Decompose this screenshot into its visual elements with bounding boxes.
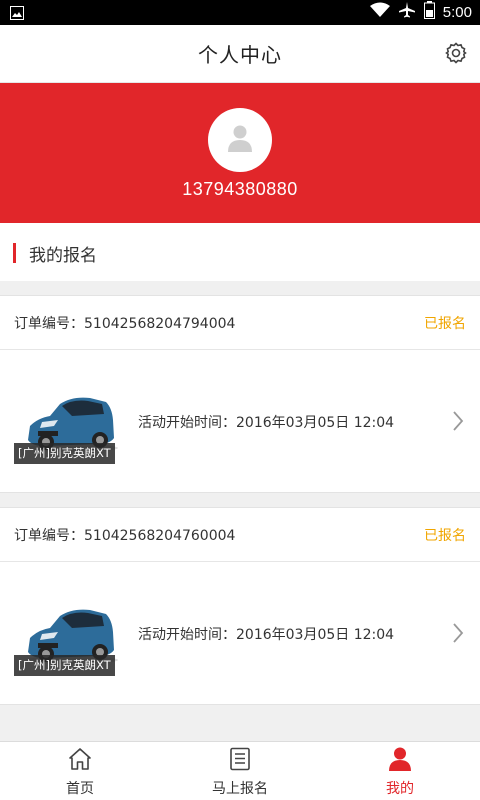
- home-icon: [67, 746, 93, 772]
- airplane-icon: [398, 1, 416, 23]
- battery-icon: [423, 1, 435, 23]
- order-number: 订单编号：51042568204760004: [14, 528, 236, 544]
- order-card[interactable]: 订单编号：51042568204760004 已报名 [广州]别克英朗XT 活动…: [0, 507, 480, 705]
- section-header: 我的报名: [0, 223, 480, 281]
- car-model-tag: [广州]别克英朗XT: [14, 443, 115, 464]
- order-header: 订单编号：51042568204794004 已报名: [0, 296, 480, 350]
- avatar[interactable]: [208, 108, 272, 172]
- chevron-right-icon[interactable]: [452, 622, 464, 644]
- order-status: 已报名: [424, 316, 466, 332]
- tab-home[interactable]: 首页: [0, 742, 160, 800]
- order-body[interactable]: [广州]别克英朗XT 活动开始时间：2016年03月05日 12:04: [0, 350, 480, 493]
- settings-button[interactable]: [444, 41, 468, 65]
- user-icon: [225, 123, 255, 157]
- chevron-right-icon[interactable]: [452, 410, 464, 432]
- status-bar: 5:00: [0, 0, 480, 25]
- profile-banner: 13794380880: [0, 83, 480, 223]
- tab-signup[interactable]: 马上报名: [160, 742, 320, 800]
- section-accent-bar: [13, 243, 16, 263]
- tab-label: 首页: [66, 781, 94, 797]
- activity-time: 活动开始时间：2016年03月05日 12:04: [138, 415, 395, 431]
- user-phone: 13794380880: [182, 179, 298, 199]
- list-icon: [227, 746, 253, 772]
- order-header: 订单编号：51042568204760004 已报名: [0, 508, 480, 562]
- tab-mine[interactable]: 我的: [320, 742, 480, 800]
- wifi-icon: [369, 2, 390, 22]
- bottom-tab-bar: 首页 马上报名 我的: [0, 741, 480, 800]
- order-status: 已报名: [424, 528, 466, 544]
- image-icon: [10, 5, 24, 20]
- order-number: 订单编号：51042568204794004: [14, 316, 236, 332]
- order-card[interactable]: 订单编号：51042568204794004 已报名 [广州]别克英朗XT 活动…: [0, 295, 480, 493]
- section-title: 我的报名: [29, 246, 97, 266]
- status-time: 5:00: [442, 3, 472, 21]
- user-icon: [387, 746, 413, 772]
- app-header: 个人中心: [0, 25, 480, 83]
- gear-icon: [444, 42, 468, 69]
- tab-label: 马上报名: [212, 781, 268, 797]
- tab-label: 我的: [386, 781, 414, 797]
- page-title: 个人中心: [198, 43, 282, 67]
- car-model-tag: [广州]别克英朗XT: [14, 655, 115, 676]
- order-body[interactable]: [广州]别克英朗XT 活动开始时间：2016年03月05日 12:04: [0, 562, 480, 705]
- activity-time: 活动开始时间：2016年03月05日 12:04: [138, 627, 395, 643]
